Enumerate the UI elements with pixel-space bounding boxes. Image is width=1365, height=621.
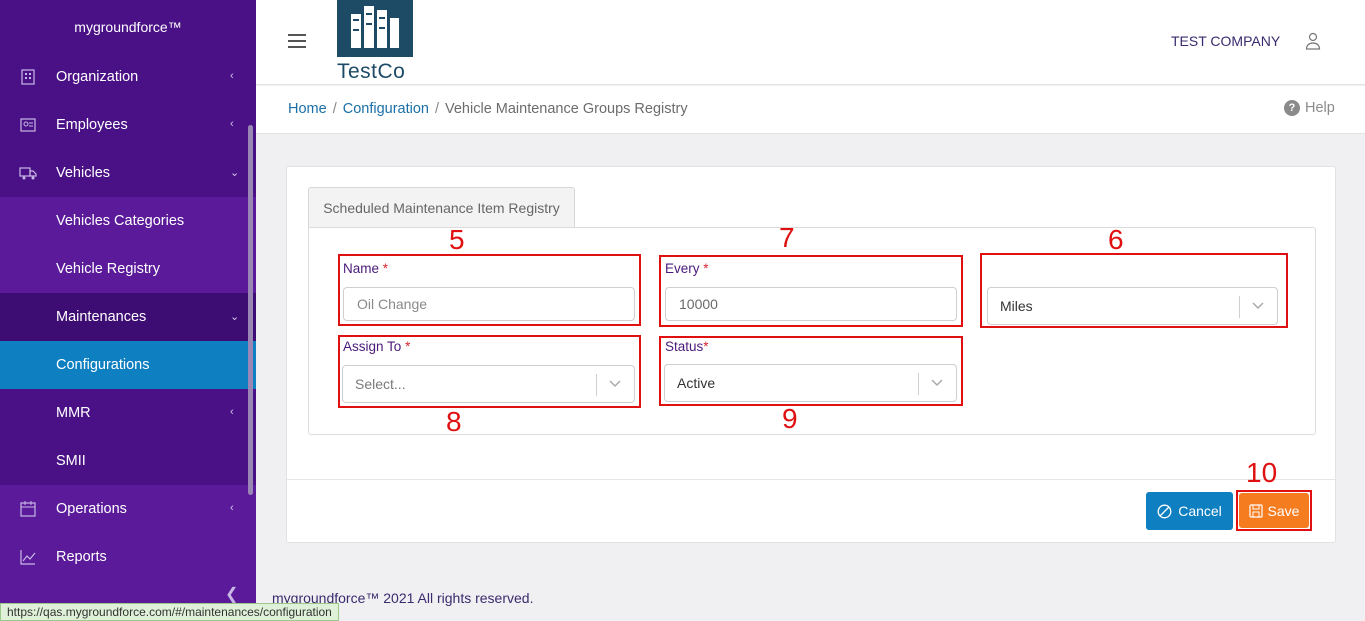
sidebar-scrollbar[interactable] — [248, 125, 253, 495]
calendar-icon — [20, 501, 36, 517]
status-bar-url: https://qas.mygroundforce.com/#/maintena… — [0, 603, 339, 621]
floppy-disk-icon — [1248, 503, 1263, 518]
annotation-number: 10 — [1246, 457, 1278, 488]
unit-select[interactable]: Miles — [987, 287, 1278, 325]
chart-line-icon — [20, 550, 36, 565]
sidebar-item-label: Configurations — [56, 357, 150, 373]
select-divider — [596, 374, 597, 396]
user-icon[interactable] — [1305, 32, 1321, 50]
chevron-down-icon — [931, 379, 943, 387]
breadcrumb: Home / Configuration / Vehicle Maintenance G… — [288, 101, 688, 117]
breadcrumb-current: Vehicle Maintenance Groups Registry — [445, 101, 688, 117]
id-card-icon — [20, 118, 36, 132]
breadcrumb-separator: / — [434, 101, 439, 117]
select-divider — [1239, 296, 1240, 318]
hamburger-menu-icon[interactable] — [288, 34, 306, 52]
chevron-left-icon: ‹ — [230, 70, 234, 82]
breadcrumb-home[interactable]: Home — [288, 101, 327, 117]
company-logo — [337, 0, 413, 57]
sidebar-item-employees[interactable]: Employees ‹ — [0, 101, 256, 149]
logo-text: TestCo — [337, 60, 406, 83]
status-label-text: Status — [665, 339, 704, 354]
breadcrumb-bar: Home / Configuration / Vehicle Maintenance G… — [256, 86, 1365, 134]
assign-to-label: Assign To * — [343, 339, 410, 354]
chevron-down-icon — [1252, 302, 1264, 310]
sidebar-item-label: Vehicles Categories — [56, 213, 185, 229]
sidebar-item-configurations[interactable]: Configurations — [0, 341, 256, 389]
every-input[interactable]: 10000 — [665, 287, 957, 321]
status-select[interactable]: Active — [664, 364, 957, 402]
assign-to-select[interactable]: Select... — [342, 365, 635, 403]
company-name[interactable]: TEST COMPANY — [1171, 33, 1280, 49]
sidebar-item-organization[interactable]: Organization ‹ — [0, 53, 256, 101]
annotation-number: 5 — [449, 224, 465, 255]
annotation-number: 6 — [1108, 224, 1124, 255]
sidebar-item-maintenances[interactable]: Maintenances ⌄ — [0, 293, 256, 341]
required-mark: * — [405, 339, 411, 354]
buildings-logo-icon — [351, 6, 399, 48]
sidebar: mygroundforce™ Organization ‹ Employees … — [0, 0, 256, 621]
assign-placeholder: Select... — [355, 376, 406, 392]
sidebar-item-label: Vehicle Registry — [56, 261, 160, 277]
truck-icon — [19, 167, 37, 180]
chevron-left-icon: ‹ — [230, 118, 234, 130]
assign-label-text: Assign To — [343, 339, 402, 354]
sidebar-item-label: MMR — [56, 405, 91, 421]
required-mark: * — [703, 261, 709, 276]
required-mark: * — [703, 339, 709, 354]
sidebar-item-vehicles-categories[interactable]: Vehicles Categories — [0, 197, 256, 245]
sidebar-item-label: Reports — [56, 549, 107, 565]
cancel-label: Cancel — [1178, 503, 1222, 519]
cancel-button[interactable]: Cancel — [1146, 492, 1233, 530]
sidebar-item-label: Employees — [56, 117, 128, 133]
sidebar-item-smii[interactable]: SMII — [0, 437, 256, 485]
every-label: Every * — [665, 261, 709, 276]
building-icon — [21, 69, 35, 85]
breadcrumb-configuration[interactable]: Configuration — [343, 101, 429, 117]
top-header: TestCo TEST COMPANY — [256, 0, 1365, 85]
question-circle-icon: ? — [1284, 100, 1300, 116]
sidebar-item-vehicles[interactable]: Vehicles ⌄ — [0, 149, 256, 197]
select-divider — [918, 373, 919, 395]
breadcrumb-separator: / — [332, 101, 337, 117]
sidebar-item-label: SMII — [56, 453, 86, 469]
sidebar-item-reports[interactable]: Reports — [0, 533, 256, 581]
help-link[interactable]: ? Help — [1284, 100, 1335, 116]
sidebar-item-label: Maintenances — [56, 309, 147, 325]
required-mark: * — [382, 261, 389, 276]
every-label-text: Every — [665, 261, 700, 276]
unit-selected-value: Miles — [1000, 298, 1033, 314]
save-button[interactable]: Save — [1239, 493, 1309, 528]
sidebar-item-operations[interactable]: Operations ‹ — [0, 485, 256, 533]
name-input[interactable]: Oil Change — [343, 287, 635, 321]
collapse-sidebar-icon[interactable]: ❮ — [225, 584, 238, 604]
card-divider — [287, 479, 1335, 480]
sidebar-item-label: Vehicles — [56, 165, 111, 181]
ban-icon — [1157, 504, 1172, 518]
name-label: Name * — [343, 261, 388, 276]
chevron-left-icon: ‹ — [230, 406, 234, 418]
annotation-number: 7 — [779, 222, 795, 253]
tab-scheduled-maintenance[interactable]: Scheduled Maintenance Item Registry — [308, 187, 575, 227]
sidebar-item-label: Organization — [56, 69, 139, 85]
chevron-down-icon: ⌄ — [230, 167, 240, 179]
annotation-number: 9 — [782, 403, 798, 434]
chevron-down-icon — [609, 380, 621, 388]
sidebar-item-mmr[interactable]: MMR ‹ — [0, 389, 256, 437]
sidebar-item-label: Operations — [56, 501, 127, 517]
status-label: Status* — [665, 339, 709, 354]
brand-name: mygroundforce™ — [0, 0, 256, 53]
chevron-down-icon: ⌄ — [230, 311, 240, 323]
name-label-text: Name — [343, 261, 380, 276]
chevron-left-icon: ‹ — [230, 502, 234, 514]
status-selected-value: Active — [677, 375, 716, 391]
help-label: Help — [1305, 100, 1335, 116]
save-label: Save — [1267, 502, 1300, 519]
annotation-number: 8 — [446, 406, 462, 437]
sidebar-item-vehicle-registry[interactable]: Vehicle Registry — [0, 245, 256, 293]
